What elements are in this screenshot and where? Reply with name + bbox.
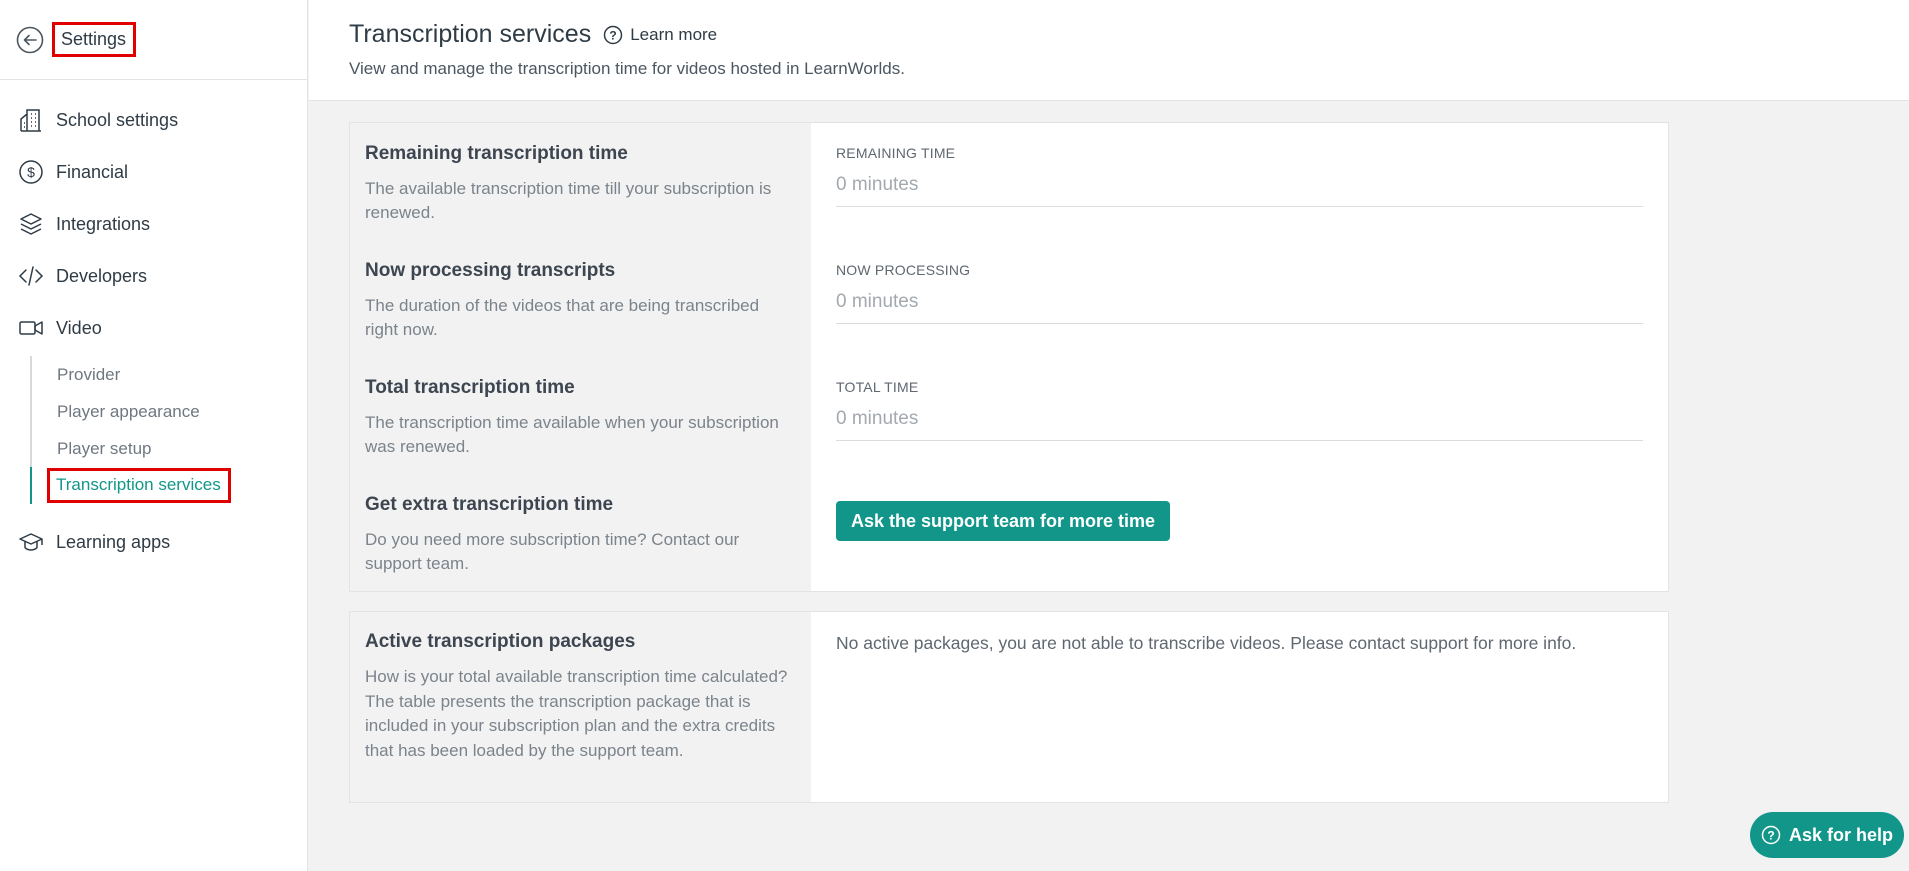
sidebar-item-integrations[interactable]: Integrations — [0, 198, 307, 250]
svg-text:?: ? — [1767, 829, 1774, 843]
extra-title: Get extra transcription time — [365, 494, 614, 515]
packages-title: Active transcription packages — [365, 631, 636, 652]
svg-text:$: $ — [27, 164, 35, 180]
subnav-item-label: Player setup — [57, 438, 152, 458]
ask-support-button[interactable]: Ask the support team for more time — [836, 501, 1171, 541]
question-circle-icon: ? — [1761, 825, 1781, 845]
extra-description: Do you need more subscription time? Cont… — [365, 530, 740, 573]
settings-title[interactable]: Settings — [52, 22, 137, 57]
sidebar-item-label: School settings — [56, 109, 179, 130]
svg-text:?: ? — [610, 28, 617, 42]
learn-more-link[interactable]: ? Learn more — [603, 25, 717, 45]
total-value-row: TOTAL TIME 0 minutes — [836, 357, 1643, 474]
subnav-item-player-setup[interactable]: Player setup — [30, 430, 307, 467]
sidebar-item-label: Learning apps — [56, 531, 171, 552]
packages-content: No active packages, you are not able to … — [811, 612, 1668, 802]
subnav-item-label: Transcription services — [47, 468, 231, 503]
title-row: Transcription services ? Learn more — [349, 20, 1909, 49]
ask-for-help-button[interactable]: ? Ask for help — [1750, 812, 1904, 858]
sidebar-item-label: Developers — [56, 265, 148, 286]
remaining-value: 0 minutes — [836, 174, 1643, 207]
card-descriptions: Remaining transcription time The availab… — [350, 123, 811, 591]
learn-more-label: Learn more — [630, 24, 718, 44]
sidebar-item-label: Video — [56, 317, 102, 338]
sidebar-item-school-settings[interactable]: School settings — [0, 94, 307, 146]
video-camera-icon — [18, 315, 44, 341]
extra-description-row: Get extra transcription time Do you need… — [365, 474, 796, 591]
subnav-item-label: Player appearance — [57, 401, 200, 421]
sidebar-header: Settings — [0, 0, 307, 80]
total-title: Total transcription time — [365, 377, 575, 398]
subnav-item-provider[interactable]: Provider — [30, 356, 307, 393]
page-title: Transcription services — [349, 20, 592, 48]
total-label: TOTAL TIME — [836, 379, 919, 395]
page-header: Transcription services ? Learn more View… — [309, 0, 1909, 101]
total-description-row: Total transcription time The transcripti… — [365, 357, 796, 474]
total-description: The transcription time available when yo… — [365, 413, 779, 456]
sidebar-item-financial[interactable]: $ Financial — [0, 146, 307, 198]
back-arrow-icon[interactable] — [16, 26, 44, 54]
remaining-description-row: Remaining transcription time The availab… — [365, 123, 796, 240]
sidebar-item-developers[interactable]: Developers — [0, 250, 307, 302]
card-values: REMAINING TIME 0 minutes NOW PROCESSING … — [811, 123, 1668, 591]
active-packages-card: Active transcription packages How is you… — [349, 611, 1669, 803]
no-packages-message: No active packages, you are not able to … — [836, 633, 1577, 653]
building-icon — [18, 107, 44, 133]
processing-title: Now processing transcripts — [365, 260, 616, 281]
remaining-title: Remaining transcription time — [365, 143, 628, 164]
subnav-item-label: Provider — [57, 364, 121, 384]
processing-value-row: NOW PROCESSING 0 minutes — [836, 240, 1643, 357]
transcription-time-card: Remaining transcription time The availab… — [349, 122, 1669, 592]
processing-description-row: Now processing transcripts The duration … — [365, 240, 796, 357]
dollar-circle-icon: $ — [18, 159, 44, 185]
subnav-item-player-appearance[interactable]: Player appearance — [30, 393, 307, 430]
question-circle-icon: ? — [603, 25, 623, 45]
sidebar-item-label: Financial — [56, 161, 129, 182]
ask-for-help-label: Ask for help — [1788, 824, 1894, 845]
settings-nav: School settings $ Financial Integrations… — [0, 80, 307, 568]
total-value: 0 minutes — [836, 408, 1643, 441]
remaining-description: The available transcription time till yo… — [365, 179, 772, 222]
processing-value: 0 minutes — [836, 291, 1643, 324]
packages-description-text: How is your total available transcriptio… — [365, 667, 788, 760]
sidebar-item-video[interactable]: Video — [0, 302, 307, 354]
sidebar-item-label: Integrations — [56, 213, 151, 234]
processing-label: NOW PROCESSING — [836, 262, 971, 278]
code-icon — [18, 263, 44, 289]
layers-icon — [18, 211, 44, 237]
packages-description: Active transcription packages How is you… — [350, 612, 811, 802]
video-subnav: Provider Player appearance Player setup … — [30, 356, 307, 504]
processing-description: The duration of the videos that are bein… — [365, 296, 760, 339]
page-subtitle: View and manage the transcription time f… — [349, 59, 905, 78]
subnav-item-transcription-services[interactable]: Transcription services — [30, 467, 307, 504]
remaining-label: REMAINING TIME — [836, 145, 956, 161]
settings-sidebar: Settings School settings $ Financial Int… — [0, 0, 308, 871]
graduation-cap-icon — [18, 529, 44, 555]
remaining-value-row: REMAINING TIME 0 minutes — [836, 123, 1643, 240]
extra-action-row: Ask the support team for more time — [836, 474, 1643, 591]
sidebar-item-learning-apps[interactable]: Learning apps — [0, 516, 307, 568]
